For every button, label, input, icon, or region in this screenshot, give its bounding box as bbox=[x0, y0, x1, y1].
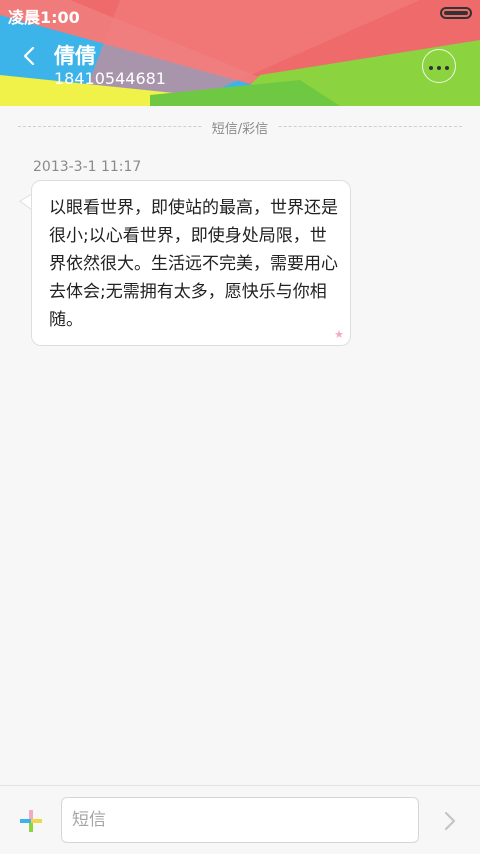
back-button[interactable] bbox=[14, 40, 46, 72]
more-dots-icon bbox=[423, 63, 455, 70]
add-attachment-button[interactable] bbox=[18, 808, 44, 834]
compose-bar bbox=[0, 785, 480, 854]
message-bubble[interactable]: 以眼看世界，即使站的最高，世界还是很小;以心看世界，即使身处局限，世界依然很大。… bbox=[31, 180, 351, 346]
contact-number: 18410544681 bbox=[54, 69, 166, 88]
send-button[interactable] bbox=[438, 808, 462, 834]
battery-icon bbox=[440, 7, 472, 19]
chevron-left-icon bbox=[23, 46, 35, 66]
contact-name: 倩倩 bbox=[54, 44, 96, 68]
sms-input[interactable] bbox=[61, 797, 419, 843]
message-timestamp: 2013-3-1 11:17 bbox=[33, 159, 142, 175]
chevron-right-icon bbox=[444, 811, 456, 831]
status-time: 凌晨1:00 bbox=[8, 8, 80, 27]
plus-icon bbox=[20, 810, 42, 832]
star-icon: ★ bbox=[334, 328, 344, 341]
message-type-label: 短信/彩信 bbox=[201, 122, 279, 137]
status-bar: 凌晨1:00 bbox=[0, 0, 480, 28]
conversation-header: 凌晨1:00 倩倩 18410544681 bbox=[0, 0, 480, 106]
message-text: 以眼看世界，即使站的最高，世界还是很小;以心看世界，即使身处局限，世界依然很大。… bbox=[49, 198, 338, 330]
more-button[interactable] bbox=[422, 49, 456, 83]
